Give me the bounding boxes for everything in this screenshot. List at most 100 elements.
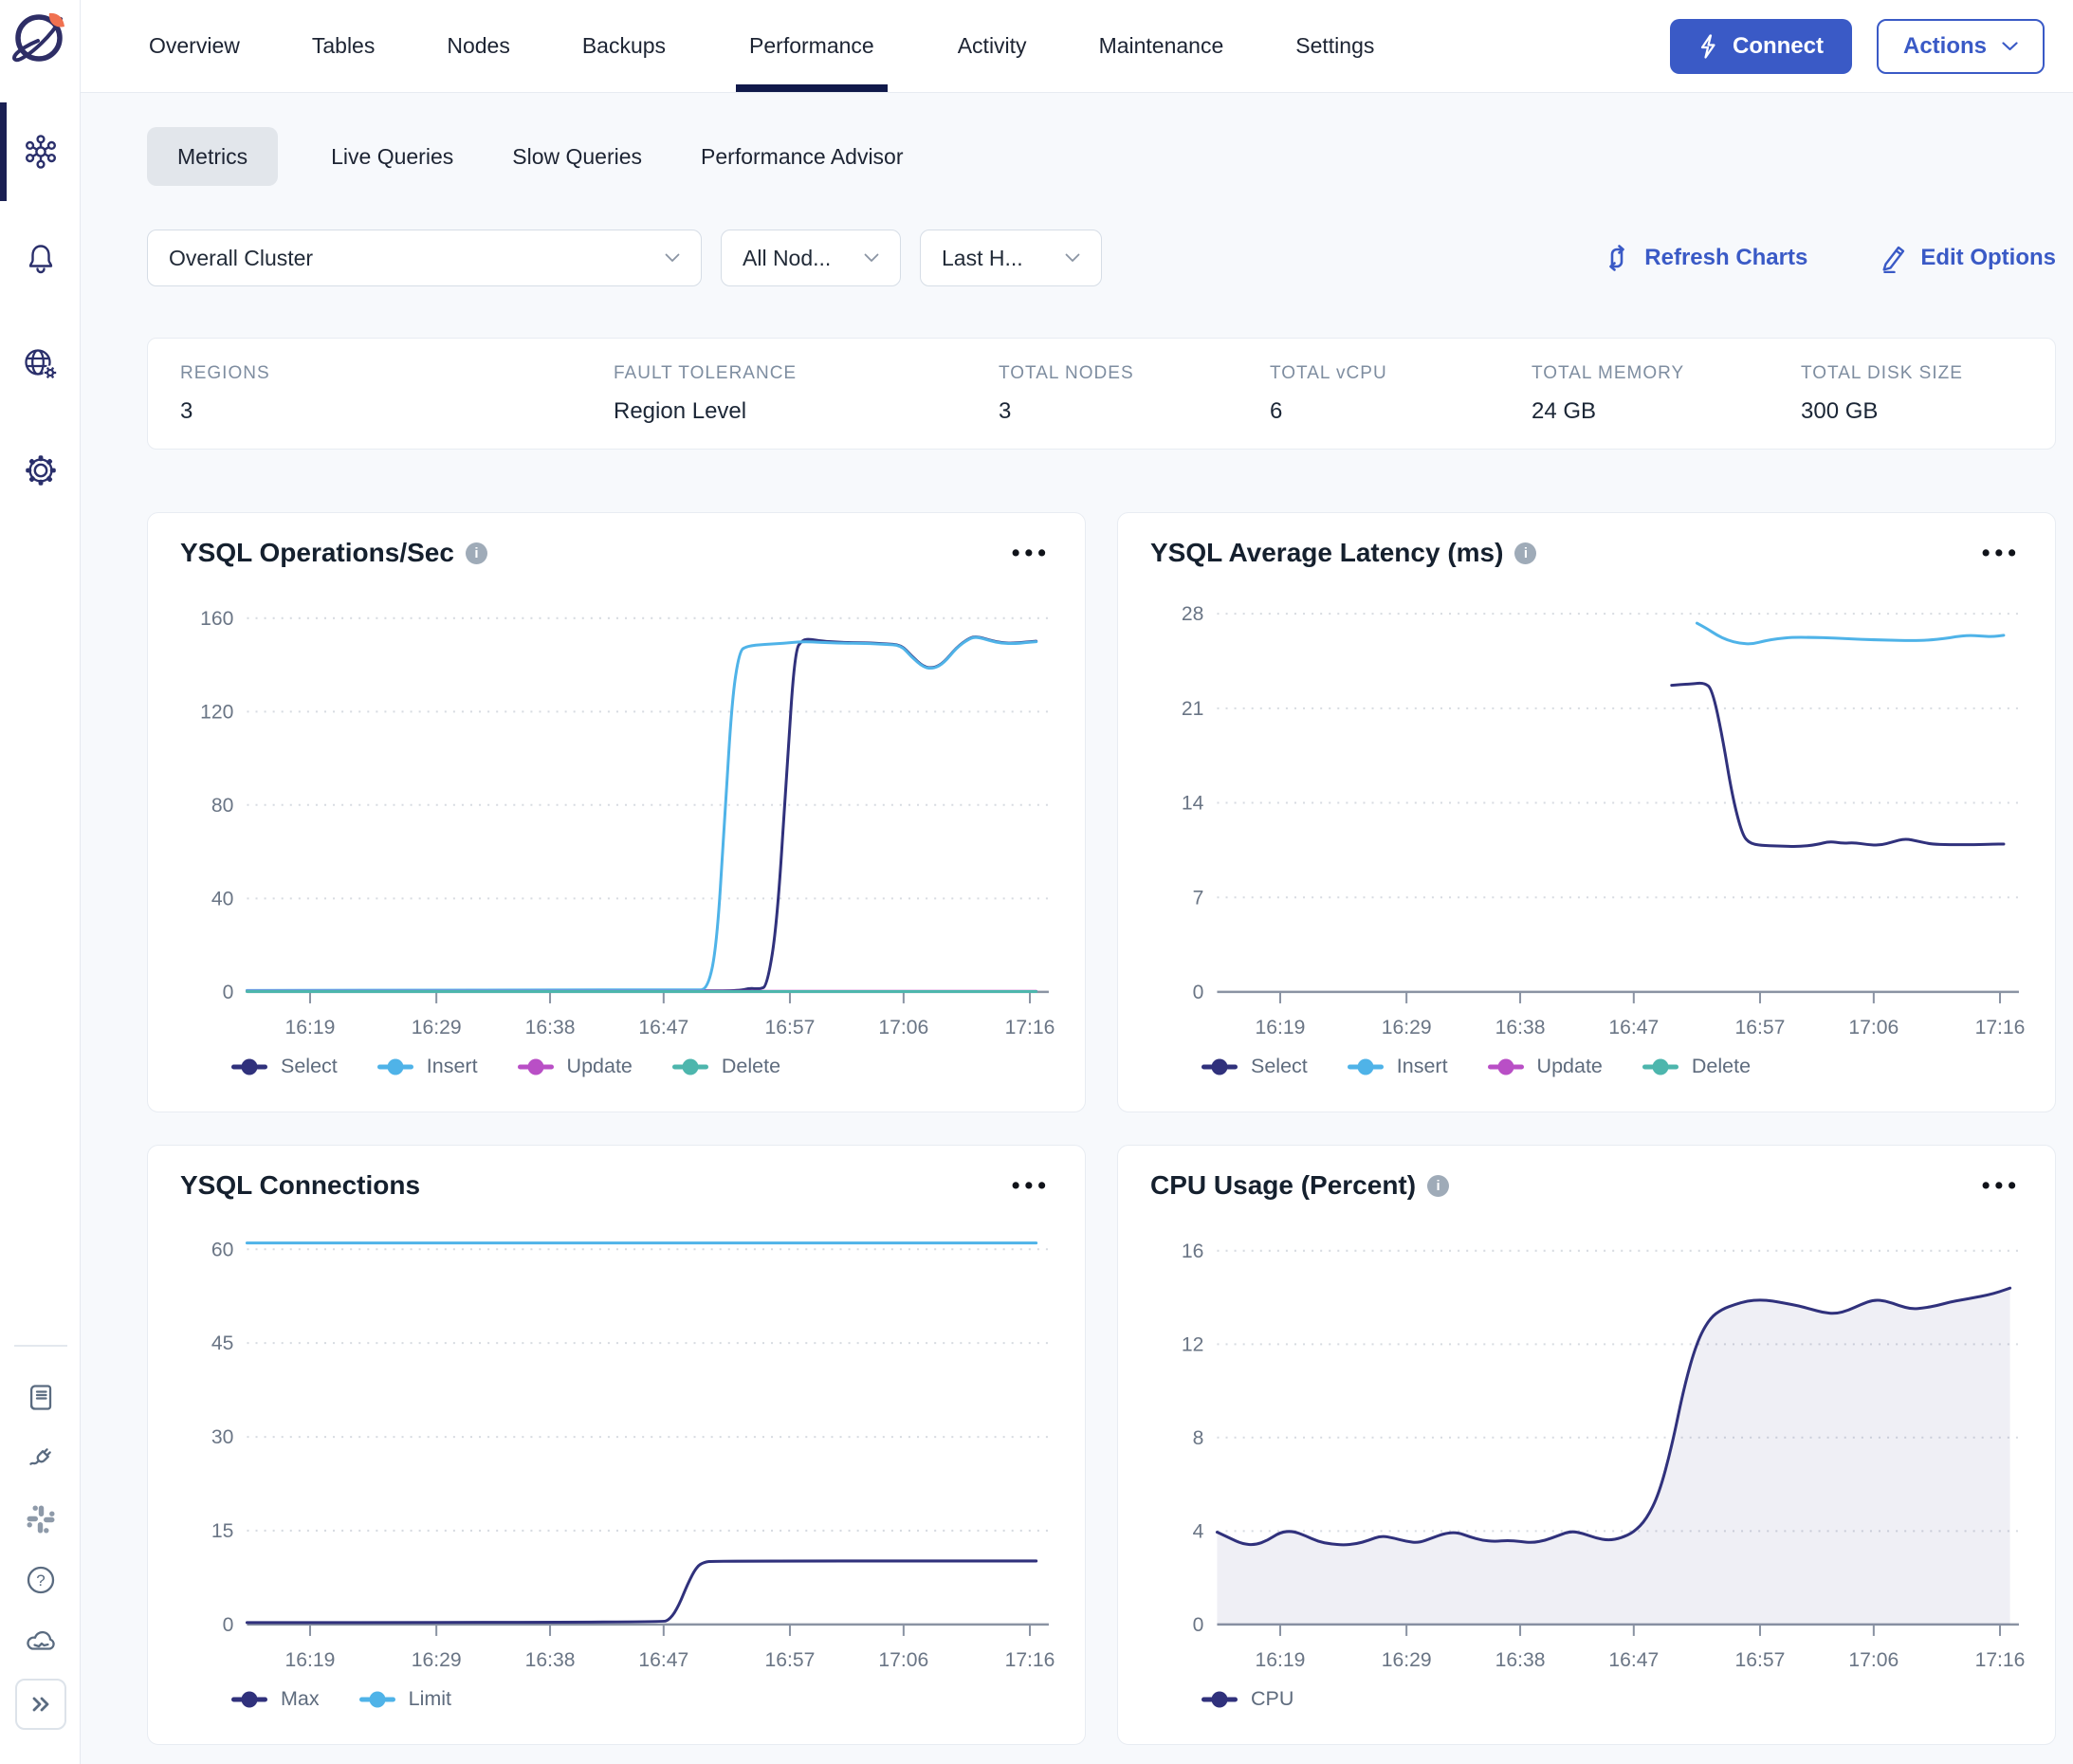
chart-title: YSQL Connections [180,1170,420,1201]
slack-button[interactable] [18,1497,64,1542]
svg-text:0: 0 [1193,1614,1204,1636]
nodes-select[interactable]: All Nod... [721,230,901,286]
legend-item-delete[interactable]: Delete [672,1055,780,1078]
legend-item-limit[interactable]: Limit [359,1687,451,1711]
stat-label: FAULT TOLERANCE [614,363,999,384]
actions-label: Actions [1903,33,1987,60]
slack-icon [25,1503,57,1535]
svg-text:16:38: 16:38 [1495,1017,1546,1038]
legend-marker-icon [359,1691,395,1708]
app-window: ? Overview Tables Nodes [0,0,2073,1764]
svg-text:17:06: 17:06 [1848,1649,1899,1671]
cluster-stats-card: REGIONS 3 FAULT TOLERANCE Region Level T… [147,338,2056,450]
legend-label: Insert [1397,1055,1448,1078]
book-icon [25,1382,57,1414]
cpu-usage-chart[interactable]: 048121616:1916:2916:3816:4716:5717:0617:… [1150,1204,2027,1681]
svg-text:16:47: 16:47 [1608,1017,1659,1038]
chevron-down-icon [864,253,879,263]
actions-button[interactable]: Actions [1877,19,2045,74]
sidebar-item-settings[interactable] [0,417,81,524]
integrations-button[interactable] [18,1436,64,1481]
chart-menu-button[interactable]: ••• [1982,1174,2027,1198]
chart-card-ysql-operations: YSQL Operations/Sec i ••• 0408012016016:… [147,512,1086,1112]
edit-options-button[interactable]: Edit Options [1879,243,2056,273]
svg-text:7: 7 [1193,887,1204,909]
svg-text:120: 120 [200,701,233,723]
chevron-down-icon [665,253,680,263]
chart-menu-button[interactable]: ••• [1012,542,1056,565]
stat-label: TOTAL MEMORY [1532,363,1801,384]
svg-text:60: 60 [211,1239,234,1260]
help-button[interactable]: ? [18,1557,64,1603]
time-range-select[interactable]: Last H... [920,230,1102,286]
info-icon[interactable]: i [1514,542,1536,564]
svg-text:16:47: 16:47 [638,1649,688,1671]
legend-item-insert[interactable]: Insert [1348,1055,1448,1078]
tab-nodes[interactable]: Nodes [445,0,511,92]
refresh-charts-button[interactable]: Refresh Charts [1603,243,1807,273]
svg-text:8: 8 [1193,1427,1204,1449]
nodes-select-value: All Nod... [743,246,831,271]
tab-maintenance[interactable]: Maintenance [1097,0,1226,92]
sidebar-item-alerts[interactable] [0,205,81,311]
svg-text:160: 160 [200,608,233,630]
tab-tables[interactable]: Tables [310,0,376,92]
ysql-connections-chart[interactable]: 01530456016:1916:2916:3816:4716:5717:061… [180,1204,1056,1681]
tab-settings[interactable]: Settings [1293,0,1376,92]
legend-item-update[interactable]: Update [1488,1055,1603,1078]
tab-activity[interactable]: Activity [956,0,1029,92]
legend-item-select[interactable]: Select [231,1055,338,1078]
sidebar-item-clusters[interactable] [0,99,81,205]
svg-text:21: 21 [1182,698,1204,720]
legend-item-insert[interactable]: Insert [377,1055,478,1078]
tab-performance[interactable]: Performance [736,0,888,92]
performance-content: Metrics Live Queries Slow Queries Perfor… [81,93,2073,1764]
cluster-tab-bar: Overview Tables Nodes Backups Performanc… [81,0,2073,93]
legend-label: Update [567,1055,633,1078]
legend-marker-icon [231,1691,267,1708]
subtab-performance-advisor[interactable]: Performance Advisor [695,127,908,186]
stat-value: Region Level [614,398,999,425]
cluster-select[interactable]: Overall Cluster [147,230,702,286]
legend-item-max[interactable]: Max [231,1687,320,1711]
info-icon[interactable]: i [1427,1175,1449,1197]
docs-button[interactable] [18,1375,64,1421]
tab-overview[interactable]: Overview [147,0,242,92]
svg-text:4: 4 [1193,1520,1204,1542]
legend-label: Update [1537,1055,1603,1078]
sidebar-item-network[interactable] [0,311,81,417]
svg-text:16:29: 16:29 [1382,1017,1432,1038]
subtab-slow-queries[interactable]: Slow Queries [506,127,648,186]
svg-text:45: 45 [211,1332,234,1354]
chevron-down-icon [2002,42,2018,51]
charts-grid: YSQL Operations/Sec i ••• 0408012016016:… [147,512,2056,1760]
tab-backups[interactable]: Backups [580,0,668,92]
subtab-metrics[interactable]: Metrics [147,127,278,186]
legend-item-delete[interactable]: Delete [1642,1055,1751,1078]
gear-icon [23,452,59,488]
ysql-operations-chart[interactable]: 0408012016016:1916:2916:3816:4716:5717:0… [180,572,1056,1049]
info-icon[interactable]: i [466,542,487,564]
sidebar-expand-button[interactable] [15,1679,66,1730]
connect-button[interactable]: Connect [1670,19,1852,74]
status-button[interactable] [18,1618,64,1663]
chart-menu-button[interactable]: ••• [1982,542,2027,565]
legend-item-update[interactable]: Update [518,1055,633,1078]
chart-legend: Select Insert Update Delete [1202,1055,2027,1078]
legend-item-select[interactable]: Select [1202,1055,1308,1078]
legend-marker-icon [1348,1058,1384,1075]
lightning-icon [1698,34,1719,59]
svg-text:16:57: 16:57 [1735,1649,1786,1671]
chart-menu-button[interactable]: ••• [1012,1174,1056,1198]
legend-item-cpu[interactable]: CPU [1202,1687,1293,1711]
chart-legend: CPU [1202,1687,2027,1711]
double-chevron-right-icon [28,1692,53,1717]
chevron-down-icon [1065,253,1080,263]
yugabyte-logo-icon[interactable] [9,9,70,70]
svg-text:16:57: 16:57 [1735,1017,1786,1038]
chart-title: CPU Usage (Percent) [1150,1170,1416,1201]
ysql-latency-chart[interactable]: 0714212816:1916:2916:3816:4716:5717:0617… [1150,572,2027,1049]
subtab-live-queries[interactable]: Live Queries [325,127,459,186]
svg-text:16:29: 16:29 [412,1649,462,1671]
svg-text:12: 12 [1182,1333,1204,1355]
